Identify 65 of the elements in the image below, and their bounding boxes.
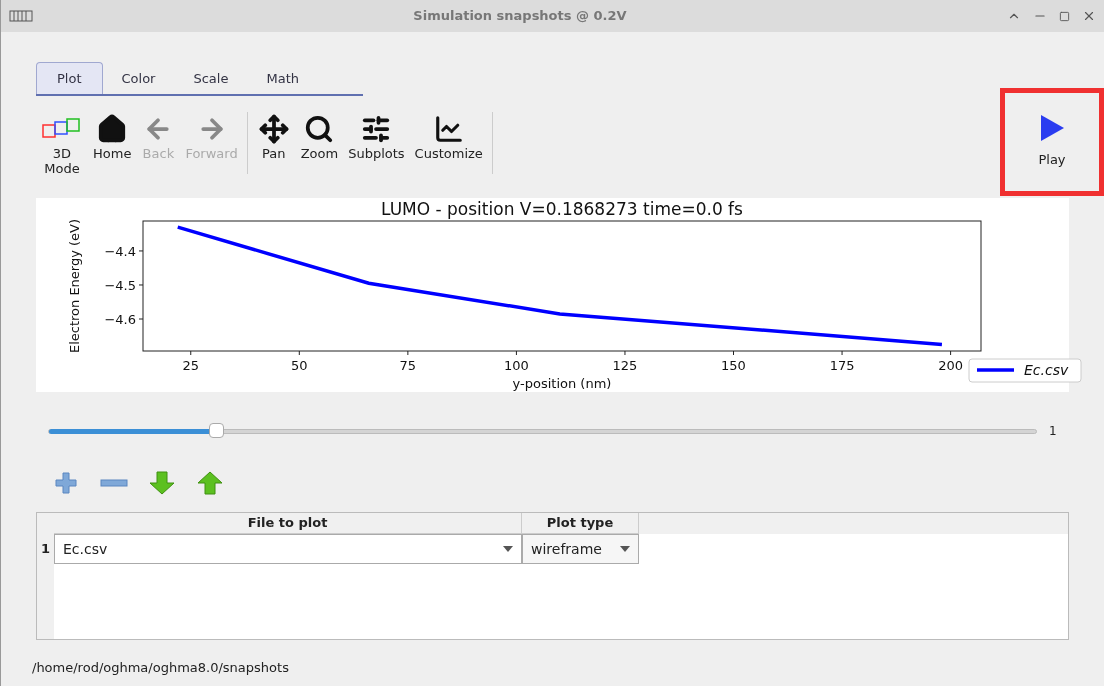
legend: Ec.csv xyxy=(968,358,1082,383)
app-icon xyxy=(9,10,33,22)
slider[interactable] xyxy=(48,423,1037,439)
x-tick: 75 xyxy=(399,350,417,373)
y-tick-label: −4.6 xyxy=(104,312,136,328)
x-tick-label: 75 xyxy=(399,358,417,373)
y-axis-label: Electron Energy (eV) xyxy=(67,218,82,354)
zoom-icon xyxy=(304,114,335,144)
y-tick: −4.4 xyxy=(104,243,144,259)
x-tick-label: 100 xyxy=(504,358,529,373)
pan-icon xyxy=(258,114,289,144)
x-tick-label: 50 xyxy=(291,358,308,373)
x-tick: 125 xyxy=(612,350,638,373)
add-icon xyxy=(54,471,78,495)
x-tick: 100 xyxy=(504,350,529,373)
x-tick-label: 150 xyxy=(721,358,746,373)
play-button[interactable]: Play xyxy=(1000,88,1104,196)
legend-label: Ec.csv xyxy=(1024,362,1069,378)
chart-title: LUMO - position V=0.1868273 time=0.0 fs xyxy=(381,199,743,219)
x-tick: 50 xyxy=(291,350,308,373)
tab[interactable]: Math xyxy=(247,64,318,94)
toolbar-button[interactable]: 3D Mode xyxy=(36,112,88,176)
tab[interactable]: Plot xyxy=(36,62,103,94)
tab[interactable]: Color xyxy=(102,64,175,94)
caret-icon xyxy=(503,546,513,552)
y-tick-label: −4.4 xyxy=(104,243,136,259)
y-tick-label: −4.5 xyxy=(104,277,136,293)
toolbar-button[interactable]: Pan xyxy=(251,112,296,161)
maximize-icon[interactable] xyxy=(1059,10,1070,22)
toolbar-button[interactable]: Subplots xyxy=(343,112,410,161)
remove-icon xyxy=(100,478,128,488)
x-tick-label: 175 xyxy=(829,358,855,373)
caret-icon xyxy=(620,546,630,552)
slider-handle[interactable] xyxy=(209,423,225,438)
row-number: 1 xyxy=(37,534,54,564)
y-tick: −4.6 xyxy=(104,312,144,327)
x-tick-label: 200 xyxy=(938,358,964,373)
x-tick: 150 xyxy=(721,350,746,373)
x-tick: 175 xyxy=(829,350,855,373)
x-axis-label: y-position (nm) xyxy=(512,376,612,391)
plot-type-dropdown[interactable]: wireframe xyxy=(522,534,639,564)
line-chart-icon xyxy=(433,114,464,144)
tab[interactable]: Scale xyxy=(174,64,248,94)
status-bar-path: /home/rod/oghma/oghma8.0/snapshots xyxy=(32,659,290,677)
cubes-icon xyxy=(41,117,83,141)
x-tick-label: 25 xyxy=(182,358,200,373)
list-tool-button[interactable] xyxy=(196,469,224,497)
toolbar-button[interactable]: Zoom xyxy=(295,112,344,161)
list-tool-button[interactable] xyxy=(52,469,80,497)
x-tick: 200 xyxy=(938,350,963,373)
x-tick-label: 125 xyxy=(612,358,638,373)
toolbar-button[interactable]: Customize xyxy=(409,112,488,161)
down-arrow-icon xyxy=(148,471,176,495)
toolbar-button[interactable]: Home xyxy=(88,112,137,161)
close-icon[interactable] xyxy=(1082,9,1096,23)
slider-max-label: 1 xyxy=(1049,423,1058,440)
play-icon xyxy=(1039,114,1065,143)
x-tick: 25 xyxy=(182,350,200,373)
window-title: Simulation snapshots @ 0.2V xyxy=(412,7,628,26)
y-tick: −4.5 xyxy=(104,278,144,293)
home-icon xyxy=(97,114,128,144)
list-tool-button[interactable] xyxy=(148,469,176,497)
up-arrow-icon xyxy=(196,471,224,495)
file-dropdown[interactable]: Ec.csv xyxy=(54,534,522,564)
sliders-icon xyxy=(361,114,392,144)
